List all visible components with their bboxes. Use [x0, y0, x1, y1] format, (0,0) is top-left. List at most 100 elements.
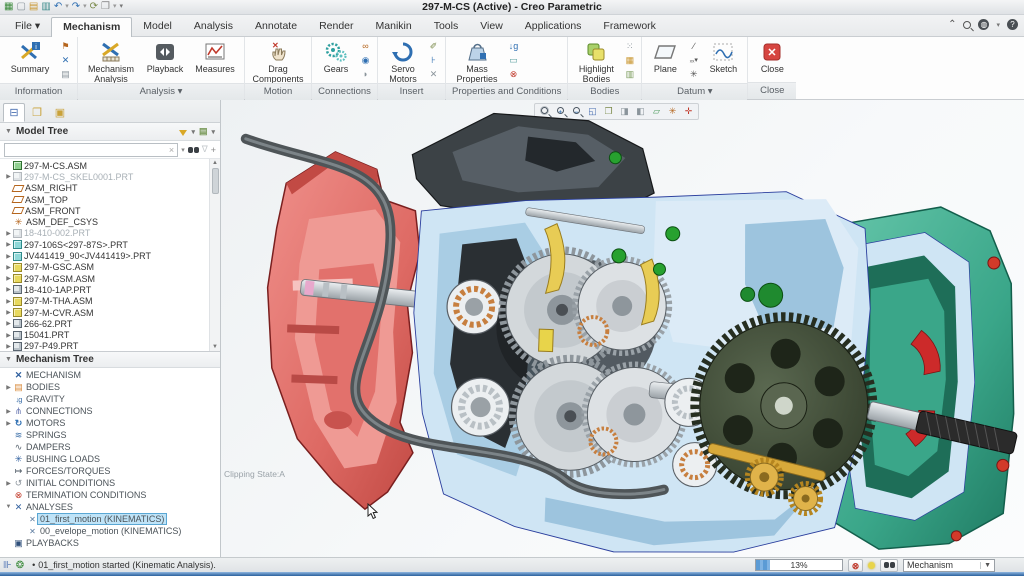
ribbon-tab[interactable]: Analysis	[183, 17, 244, 36]
expand-arrow-icon[interactable]: ▶	[4, 264, 13, 271]
ribbon-tab[interactable]: Model	[132, 17, 183, 36]
model-tree-row[interactable]: ▶ JV441419_90<JV441419>.PRT	[4, 250, 209, 261]
mechanism-analysis-button[interactable]: Mechanism Analysis	[82, 39, 140, 85]
model-tree-row[interactable]: 297-M-CS.ASM	[4, 160, 209, 171]
connect-icon[interactable]: ◍	[978, 19, 989, 30]
mechanism-tree-row[interactable]: ▶ CONNECTIONS	[4, 405, 218, 417]
mechanism-tree-row[interactable]: PLAYBACKS	[4, 537, 218, 549]
ground-body-icon[interactable]: ▦	[622, 54, 637, 67]
expand-arrow-icon[interactable]: ▶	[4, 420, 13, 427]
expand-arrow-icon[interactable]: ▶	[4, 275, 13, 282]
expand-arrow-icon[interactable]: ▶	[4, 332, 13, 339]
drag-point-info-icon[interactable]: ⚑	[58, 40, 73, 53]
ribbon-tab[interactable]: Manikin	[365, 17, 423, 36]
tab-model-tree[interactable]: ⊟	[3, 103, 25, 122]
body-list-icon[interactable]: ▥	[622, 68, 637, 81]
dampers-small-icon[interactable]: ✕	[426, 68, 441, 81]
model-tree-scrollbar[interactable]: ▲ ▼	[209, 159, 220, 351]
mode-selector[interactable]: Mechanism ▼	[903, 559, 995, 572]
tab-folder-browser[interactable]: ❐	[26, 103, 48, 122]
status-model-icon[interactable]: ❂	[16, 560, 24, 571]
ribbon-tab[interactable]: Framework	[592, 17, 667, 36]
close-button[interactable]: ✕ Close	[752, 39, 792, 76]
help-icon[interactable]: ?	[1007, 19, 1018, 30]
tree-filter-icon[interactable]	[179, 130, 187, 136]
mechanism-tree-row[interactable]: ▶ MOTORS	[4, 417, 218, 429]
status-tree-icon[interactable]: ⊪	[3, 560, 12, 571]
model-tree-row[interactable]: ▶ 18-410-1AP.PRT	[4, 284, 209, 295]
ribbon-tab[interactable]: Render	[308, 17, 364, 36]
ribbon-tab[interactable]: View	[469, 17, 514, 36]
mechanism-tree-row[interactable]: SPRINGS	[4, 429, 218, 441]
model-tree-row[interactable]: ▶ 15041.PRT	[4, 329, 209, 340]
force-motors-icon[interactable]: ✐	[426, 40, 441, 53]
mechanism-tree-row[interactable]: ▼ ANALYSES	[4, 501, 218, 513]
model-tree-row[interactable]: ▶ 297-M-CS_SKEL0001.PRT	[4, 171, 209, 182]
model-tree-row[interactable]: ▶ 297-M-GSM.ASM	[4, 273, 209, 284]
model-tree-row[interactable]: ▶ 297-M-THA.ASM	[4, 296, 209, 307]
ribbon-tab[interactable]: Tools	[423, 17, 470, 36]
expand-arrow-icon[interactable]: ▶	[4, 253, 13, 260]
expand-arrow-icon[interactable]: ▶	[4, 408, 13, 415]
playback-button[interactable]: Playback	[142, 39, 188, 76]
tree-columns-icon[interactable]: ▤	[199, 126, 208, 137]
point-icon[interactable]: ₓₓ▾	[686, 54, 701, 67]
mechanism-tree-row[interactable]: 00_evelope_motion (KINEMATICS)	[4, 525, 218, 537]
measures-button[interactable]: Measures	[190, 39, 240, 76]
search-filter-icon[interactable]: ∇	[202, 144, 208, 155]
ribbon-tab[interactable]: Mechanism	[51, 17, 132, 37]
3d-contacts-icon[interactable]: ◉	[358, 54, 373, 67]
gravity-small-icon[interactable]: ↓g	[506, 40, 521, 53]
servo-motors-button[interactable]: Servo Motors	[382, 39, 424, 85]
expand-arrow-icon[interactable]: ▶	[4, 230, 13, 237]
model-tree-row[interactable]: ASM_RIGHT	[4, 183, 209, 194]
highlight-bodies-button[interactable]: Highlight Bodies	[572, 39, 620, 85]
mechanism-tree-row[interactable]: 01_first_motion (KINEMATICS)	[4, 513, 218, 525]
mechanism-tree-row[interactable]: BUSHING LOADS	[4, 453, 218, 465]
expand-arrow-icon[interactable]: ▶	[4, 173, 13, 180]
belts-icon[interactable]: ∞	[358, 40, 373, 53]
expand-arrow-icon[interactable]: ▼	[4, 504, 13, 510]
scrollbar-thumb[interactable]	[212, 168, 219, 194]
mechanism-tree-row[interactable]: TERMINATION CONDITIONS	[4, 489, 218, 501]
model-tree-row[interactable]: ▶ 297-M-GSC.ASM	[4, 262, 209, 273]
measure-info-icon[interactable]: ✕	[58, 54, 73, 67]
gears-button[interactable]: Gears	[316, 39, 356, 76]
ribbon-tab[interactable]: Annotate	[244, 17, 308, 36]
model-tree-row[interactable]: ▶ 297-106S<297-87S>.PRT	[4, 239, 209, 250]
mechanism-tree-row[interactable]: FORCES/TORQUES	[4, 465, 218, 477]
find-button[interactable]	[880, 559, 898, 572]
summary-button[interactable]: i Summary	[4, 39, 56, 76]
tab-favorites[interactable]: ▣	[49, 103, 71, 122]
drag-components-button[interactable]: ✕ Drag Components	[249, 39, 307, 85]
stop-analysis-button[interactable]: ⊗	[848, 559, 863, 572]
expand-arrow-icon[interactable]: ▶	[4, 309, 13, 316]
expand-search-icon[interactable]: +	[211, 145, 216, 155]
sketch-button[interactable]: Sketch	[703, 39, 743, 76]
model-tree-row[interactable]: ASM_DEF_CSYS	[4, 216, 209, 227]
csys-icon[interactable]: ✳	[686, 68, 701, 81]
termination-conditions-icon[interactable]: ⊗	[506, 68, 521, 81]
cams-icon[interactable]: ◗	[358, 68, 373, 81]
mechanism-tree-row[interactable]: GRAVITY	[4, 393, 218, 405]
mechanism-tree-row[interactable]: ▶ INITIAL CONDITIONS	[4, 477, 218, 489]
springs-small-icon[interactable]: ⊦	[426, 54, 441, 67]
ribbon-tab[interactable]: File ▾	[4, 17, 51, 36]
minimize-ribbon-icon[interactable]: ⌃	[948, 19, 956, 30]
tree-search-input[interactable]: ×	[4, 143, 178, 157]
tree-filter-dropdown-icon[interactable]: ▾	[191, 128, 195, 136]
model-tree-row[interactable]: ASM_FRONT	[4, 205, 209, 216]
body-definition-icon[interactable]: ⁙	[622, 40, 637, 53]
mechanism-tree-row[interactable]: MECHANISM	[4, 369, 218, 381]
search-options-icon[interactable]: ▾	[181, 146, 185, 154]
expand-arrow-icon[interactable]: ▶	[4, 320, 13, 327]
mass-properties-button[interactable]: Mass Properties	[450, 39, 504, 85]
initial-conditions-icon[interactable]: ▭	[506, 54, 521, 67]
plane-button[interactable]: Plane	[646, 39, 684, 76]
mechanism-tree-row[interactable]: ▶ BODIES	[4, 381, 218, 393]
expand-arrow-icon[interactable]: ▶	[4, 384, 13, 391]
graphics-viewport[interactable]: + − ◱ ❐ ◨ ◧ ▱ ✳ ✛	[221, 100, 1024, 557]
expand-arrow-icon[interactable]: ▶	[4, 480, 13, 487]
axis-icon[interactable]: ∕	[686, 40, 701, 53]
command-search-icon[interactable]	[963, 21, 971, 29]
